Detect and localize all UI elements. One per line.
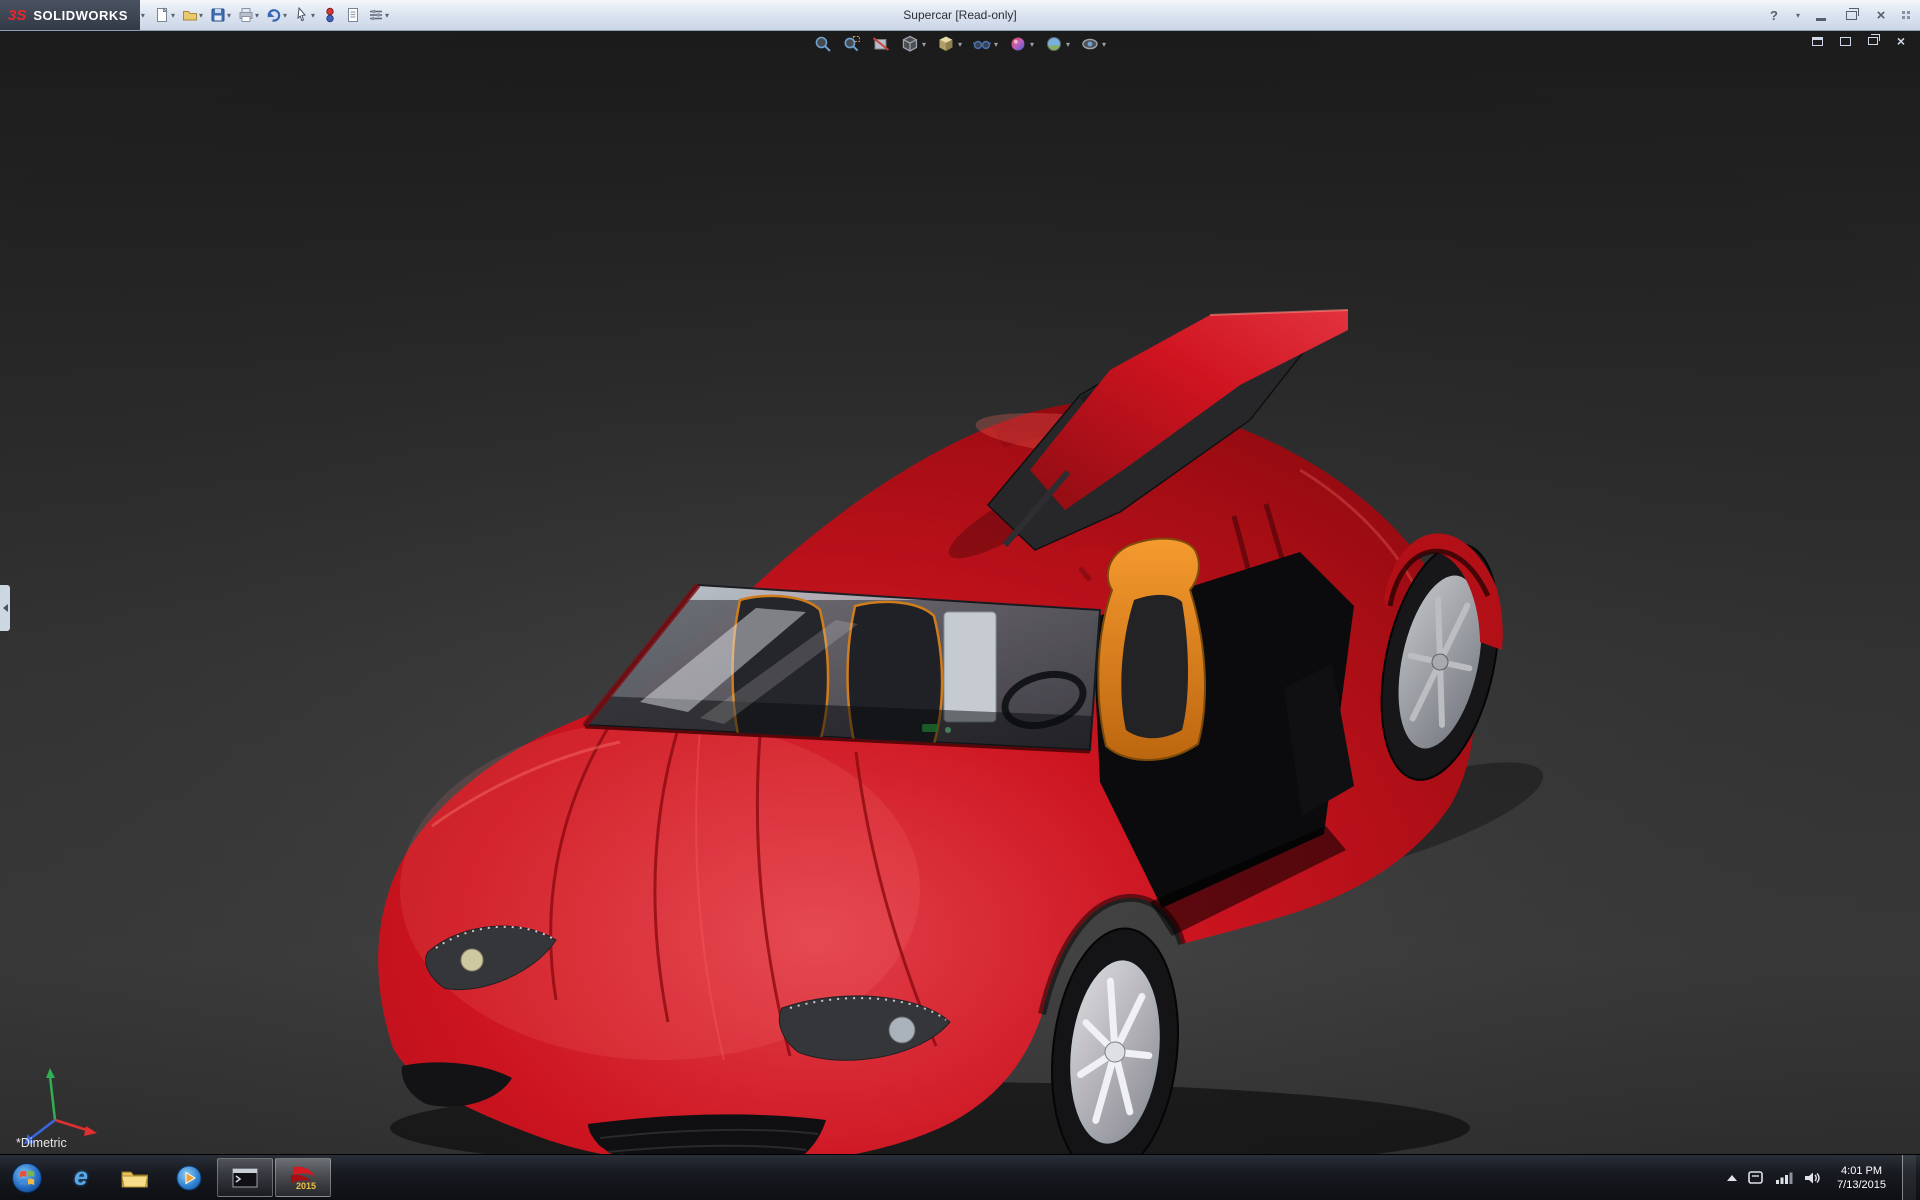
solidworks-2015-icon: 2015 xyxy=(287,1163,319,1193)
document-window-controls: × xyxy=(1808,33,1910,49)
view-orientation-label: *Dimetric xyxy=(16,1136,67,1150)
speaker-icon[interactable] xyxy=(1803,1170,1821,1186)
internet-explorer-icon: e xyxy=(74,1163,88,1192)
section-view-button[interactable] xyxy=(869,33,893,55)
rebuild-button[interactable] xyxy=(319,3,341,27)
close-button[interactable]: × xyxy=(1872,6,1890,24)
show-desktop-button[interactable] xyxy=(1902,1155,1916,1200)
collapse-grid-icon[interactable] xyxy=(1902,11,1910,19)
heads-up-view-toolbar: ▾ ▾ ▾ ▾ ▾ ▾ xyxy=(811,33,1109,55)
zoom-to-area-button[interactable] xyxy=(840,33,864,55)
model-viewport[interactable] xyxy=(0,0,1920,1200)
clock-date: 7/13/2015 xyxy=(1837,1178,1886,1192)
taskbar-clock[interactable]: 4:01 PM 7/13/2015 xyxy=(1831,1164,1892,1192)
zoom-to-fit-button[interactable] xyxy=(811,33,835,55)
dassault-3ds-icon: 3S xyxy=(8,7,26,24)
view-settings-button[interactable]: ▾ xyxy=(1078,33,1109,55)
help-button[interactable]: ? xyxy=(1765,6,1783,24)
title-bar: 3S SOLIDWORKS ▾ ▾ ▾ ▾ ▾ ▾ ▾ xyxy=(0,0,1920,31)
solidworks-logo: 3S SOLIDWORKS xyxy=(0,0,140,30)
undo-button[interactable]: ▾ xyxy=(263,3,290,27)
doc-tile-button[interactable] xyxy=(1808,33,1826,49)
edit-appearance-button[interactable]: ▾ xyxy=(1006,33,1037,55)
standard-toolbar: ▾ ▾ ▾ ▾ ▾ ▾ xyxy=(151,3,392,27)
system-tray: 4:01 PM 7/13/2015 xyxy=(1727,1155,1920,1200)
folder-icon xyxy=(120,1166,150,1190)
taskbar-media-player[interactable] xyxy=(162,1155,216,1200)
start-button[interactable] xyxy=(0,1155,54,1200)
network-icon[interactable] xyxy=(1775,1170,1793,1186)
action-center-icon[interactable] xyxy=(1747,1170,1765,1186)
display-style-button[interactable]: ▾ xyxy=(934,33,965,55)
new-document-button[interactable]: ▾ xyxy=(151,3,178,27)
clock-time: 4:01 PM xyxy=(1837,1164,1886,1178)
minimize-button[interactable] xyxy=(1812,6,1830,24)
media-player-icon xyxy=(175,1164,203,1192)
show-hidden-icons-button[interactable] xyxy=(1727,1175,1737,1181)
taskbar-internet-explorer[interactable]: e xyxy=(54,1155,108,1200)
doc-close-button[interactable]: × xyxy=(1892,33,1910,49)
window-controls: ? ▾ × xyxy=(1765,6,1920,24)
file-properties-button[interactable] xyxy=(342,3,364,27)
toolbar-overflow-caret[interactable]: ▾ xyxy=(141,11,145,20)
apply-scene-button[interactable]: ▾ xyxy=(1042,33,1073,55)
taskbar: e 2015 xyxy=(0,1154,1920,1200)
taskbar-file-explorer[interactable] xyxy=(108,1155,162,1200)
feature-panel-collapsed-tab[interactable] xyxy=(0,585,10,631)
hide-show-items-button[interactable]: ▾ xyxy=(970,33,1001,55)
doc-cascade-button[interactable] xyxy=(1836,33,1854,49)
doc-restore-button[interactable] xyxy=(1864,33,1882,49)
save-button[interactable]: ▾ xyxy=(207,3,234,27)
help-caret[interactable]: ▾ xyxy=(1796,11,1800,20)
command-prompt-icon xyxy=(231,1167,259,1189)
solidworks-logo-text: SOLIDWORKS xyxy=(33,8,128,23)
view-orientation-button[interactable]: ▾ xyxy=(898,33,929,55)
select-tool-button[interactable]: ▾ xyxy=(291,3,318,27)
taskbar-command-prompt[interactable] xyxy=(217,1158,273,1197)
maximize-button[interactable] xyxy=(1842,6,1860,24)
print-button[interactable]: ▾ xyxy=(235,3,262,27)
open-button[interactable]: ▾ xyxy=(179,3,206,27)
svg-text:2015: 2015 xyxy=(296,1181,316,1191)
taskbar-solidworks-2015[interactable]: 2015 xyxy=(275,1158,331,1197)
options-button[interactable]: ▾ xyxy=(365,3,392,27)
